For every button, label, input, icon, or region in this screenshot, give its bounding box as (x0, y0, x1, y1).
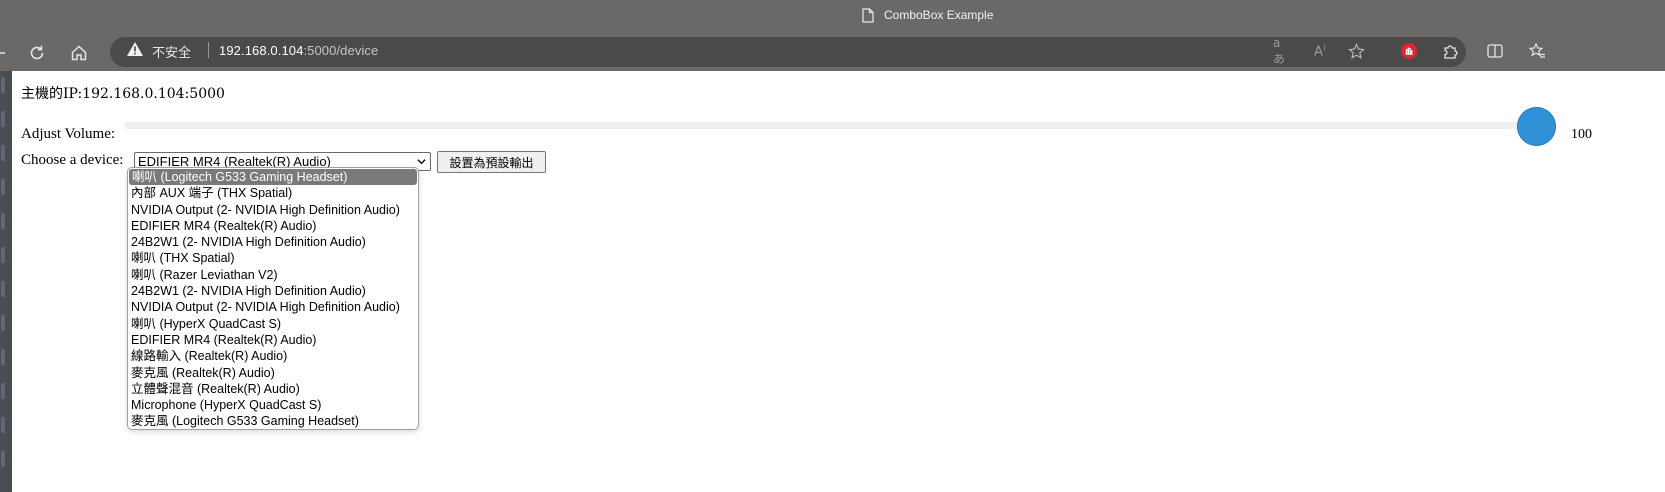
strip-segment (1, 111, 5, 127)
page-icon (862, 8, 874, 23)
strip-segment (1, 179, 5, 195)
left-window-strip (0, 71, 12, 492)
url-path: :5000/device (303, 43, 379, 58)
warning-icon[interactable] (126, 41, 144, 57)
text-size-icon[interactable]: A) (1311, 43, 1329, 59)
device-option[interactable]: NVIDIA Output (2- NVIDIA High Definition… (128, 202, 418, 218)
device-option[interactable]: 24B2W1 (2- NVIDIA High Definition Audio) (128, 283, 418, 299)
device-option[interactable]: 內部 AUX 端子 (THX Spatial) (128, 185, 418, 201)
strip-segment (1, 349, 5, 365)
device-option[interactable]: 立體聲混音 (Realtek(R) Audio) (128, 381, 418, 397)
strip-segment (1, 383, 5, 399)
device-option[interactable]: EDIFIER MR4 (Realtek(R) Audio) (128, 218, 418, 234)
chevron-down-icon (417, 159, 426, 165)
strip-segment (1, 315, 5, 331)
home-icon[interactable] (66, 40, 92, 66)
strip-segment (1, 213, 5, 229)
back-icon[interactable] (0, 40, 12, 66)
volume-value: 100 (1571, 127, 1592, 142)
volume-slider-track[interactable] (124, 122, 1554, 129)
host-ip-text: 主機的IP:192.168.0.104:5000 (21, 86, 225, 102)
volume-slider-thumb[interactable] (1517, 107, 1556, 146)
strip-segment (1, 417, 5, 433)
device-option[interactable]: 線路輸入 (Realtek(R) Audio) (128, 348, 418, 364)
device-option[interactable]: 24B2W1 (2- NVIDIA High Definition Audio) (128, 234, 418, 250)
address-divider (208, 42, 209, 58)
strip-segment (1, 77, 5, 93)
set-default-output-button[interactable]: 設置為預設輸出 (437, 151, 546, 173)
device-option[interactable]: 喇叭 (THX Spatial) (128, 250, 418, 266)
device-option[interactable]: NVIDIA Output (2- NVIDIA High Definition… (128, 299, 418, 315)
strip-segment (1, 281, 5, 297)
refresh-icon[interactable] (24, 40, 50, 66)
read-aloud-icon[interactable]: aあ (1273, 36, 1291, 66)
security-label[interactable]: 不安全 (152, 42, 191, 61)
url-host: 192.168.0.104 (219, 43, 304, 58)
strip-segment (1, 145, 5, 161)
strip-segment (1, 451, 5, 467)
page-content: 主機的IP:192.168.0.104:5000 Adjust Volume: … (12, 71, 1665, 492)
title-bar: ComboBox Example (0, 0, 1665, 34)
url-text[interactable]: 192.168.0.104:5000/device (219, 43, 378, 58)
device-option[interactable]: 喇叭 (HyperX QuadCast S) (128, 316, 418, 332)
device-dropdown-list[interactable]: 喇叭 (Logitech G533 Gaming Headset) 內部 AUX … (127, 167, 419, 430)
extension-stop-icon[interactable] (1398, 40, 1420, 62)
split-screen-icon[interactable] (1484, 40, 1506, 62)
strip-segment (1, 247, 5, 263)
volume-label: Adjust Volume: (21, 126, 116, 142)
device-option[interactable]: 喇叭 (Logitech G533 Gaming Headset) (129, 169, 417, 186)
favorite-icon[interactable] (1347, 42, 1365, 59)
favorites-icon[interactable] (1526, 40, 1548, 62)
window-title: ComboBox Example (884, 8, 994, 22)
device-option[interactable]: Microphone (HyperX QuadCast S) (128, 397, 418, 413)
device-option[interactable]: 喇叭 (Razer Leviathan V2) (128, 267, 418, 283)
device-option[interactable]: EDIFIER MR4 (Realtek(R) Audio) (128, 332, 418, 348)
extensions-icon[interactable] (1440, 40, 1462, 62)
device-option[interactable]: 麥克風 (Logitech G533 Gaming Headset) (128, 413, 418, 429)
device-label: Choose a device: (21, 152, 124, 168)
device-option[interactable]: 麥克風 (Realtek(R) Audio) (128, 365, 418, 381)
